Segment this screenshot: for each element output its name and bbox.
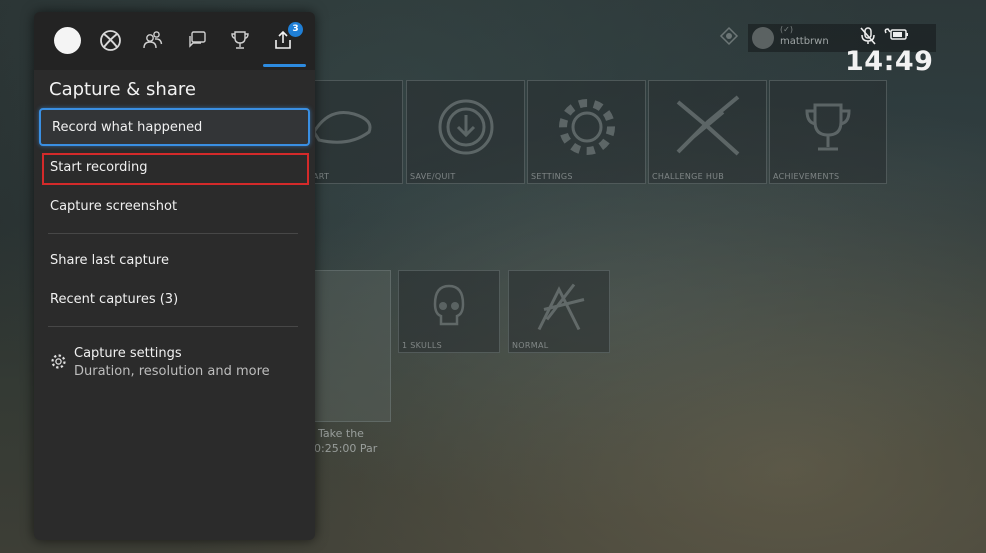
chat-icon xyxy=(189,31,206,48)
annotation-highlight-box xyxy=(42,153,309,185)
share-last-capture-button[interactable]: Share last capture xyxy=(39,241,310,279)
guide-tab-bar: 3 xyxy=(34,12,315,70)
trophy-icon xyxy=(805,103,851,151)
gear-icon xyxy=(558,98,615,155)
bg-tile-save-quit: SAVE/QUIT xyxy=(406,80,525,184)
tile-caption: 1 SKULLS xyxy=(402,341,442,350)
tab-profile[interactable] xyxy=(52,25,82,55)
warthog-icon xyxy=(311,110,371,144)
bg-tile-difficulty: NORMAL xyxy=(508,270,610,353)
gamertag: mattbrwn xyxy=(780,36,829,47)
divider xyxy=(48,326,298,327)
active-tab-indicator xyxy=(263,64,306,67)
bg-tile-settings: SETTINGS xyxy=(527,80,646,184)
clock: 14:49 xyxy=(845,46,934,77)
controller-battery-icon xyxy=(884,28,908,40)
tile-caption: SETTINGS xyxy=(531,172,573,181)
mission-text-line2: 0:25:00 Par xyxy=(314,442,378,455)
capture-screenshot-button[interactable]: Capture screenshot xyxy=(39,187,310,225)
settings-label: Capture settings xyxy=(74,346,182,361)
capture-count-badge: 3 xyxy=(288,22,303,37)
bg-tile-skulls: 1 SKULLS xyxy=(398,270,500,353)
menu-item-label: Record what happened xyxy=(52,119,203,135)
settings-sublabel: Duration, resolution and more xyxy=(74,364,270,379)
tile-caption: SAVE/QUIT xyxy=(410,172,456,181)
divider xyxy=(48,233,298,234)
menu-item-label: Share last capture xyxy=(50,252,169,268)
tile-caption: ACHIEVEMENTS xyxy=(773,172,840,181)
download-circle-icon xyxy=(438,99,493,155)
record-what-happened-button[interactable]: Record what happened xyxy=(39,108,310,146)
page-title: Capture & share xyxy=(49,79,196,100)
capture-settings-button[interactable]: Capture settings Duration, resolution an… xyxy=(39,344,310,384)
avatar xyxy=(752,27,774,49)
recent-captures-button[interactable]: Recent captures (3) xyxy=(39,280,310,318)
xbox-logo-icon xyxy=(99,29,121,51)
tile-caption: ART xyxy=(313,172,330,181)
mic-muted-icon xyxy=(860,27,876,45)
tile-caption: NORMAL xyxy=(512,341,549,350)
difficulty-icon xyxy=(537,284,585,331)
bg-tile-achievements: ACHIEVEMENTS xyxy=(769,80,887,184)
menu-item-label: Capture screenshot xyxy=(50,198,178,214)
skull-icon xyxy=(433,285,465,326)
gamerscore-hint: (✓) xyxy=(780,25,793,34)
energy-sword-icon xyxy=(676,95,739,156)
trophy-icon xyxy=(231,31,249,49)
avatar-icon xyxy=(53,26,81,54)
tab-achievements[interactable] xyxy=(225,25,255,55)
waypoint-icon xyxy=(719,26,739,46)
bg-tile-challenge-hub: CHALLENGE HUB xyxy=(648,80,767,184)
people-icon xyxy=(143,31,163,49)
tab-xbox-home[interactable] xyxy=(95,25,125,55)
tile-caption: CHALLENGE HUB xyxy=(652,172,725,181)
tab-parties-chats[interactable] xyxy=(182,25,212,55)
mission-text-line1: Take the xyxy=(318,427,364,440)
guide-panel: 3 Capture & share Record what happened S… xyxy=(34,12,315,540)
gear-icon xyxy=(51,354,66,369)
tab-people[interactable] xyxy=(138,25,168,55)
menu-item-label: Recent captures (3) xyxy=(50,291,179,307)
